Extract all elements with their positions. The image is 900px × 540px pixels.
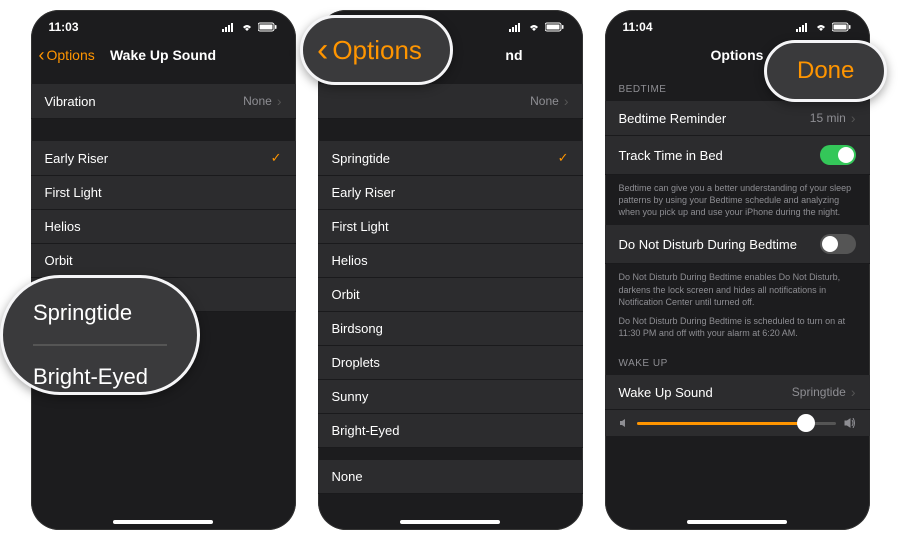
sound-option[interactable]: Droplets xyxy=(318,346,583,380)
row-label: Sunny xyxy=(332,389,369,404)
dnd-row[interactable]: Do Not Disturb During Bedtime xyxy=(605,225,870,264)
row-label: Helios xyxy=(45,219,81,234)
nav-bar: ‹ Options Wake Up Sound xyxy=(31,38,296,72)
sound-option[interactable]: Helios xyxy=(31,210,296,244)
row-label: Bright-Eyed xyxy=(332,423,400,438)
toggle-switch[interactable] xyxy=(820,145,856,165)
battery-icon xyxy=(832,22,852,32)
row-label: Wake Up Sound xyxy=(619,385,713,400)
row-label: Orbit xyxy=(45,253,73,268)
signal-icon xyxy=(222,22,236,32)
callout-label: Springtide xyxy=(33,296,167,345)
phone-2: 11:03 nd None› Springtide✓ Early Riser F… xyxy=(318,10,583,530)
row-label: Early Riser xyxy=(332,185,396,200)
back-button[interactable]: ‹ Options xyxy=(39,45,95,66)
chevron-right-icon: › xyxy=(851,110,856,126)
page-title: Wake Up Sound xyxy=(110,47,216,63)
row-label: Bedtime Reminder xyxy=(619,111,727,126)
sound-option[interactable]: Early Riser ✓ xyxy=(31,141,296,176)
status-bar: 11:04 xyxy=(605,10,870,38)
vibration-row[interactable]: Vibration None › xyxy=(31,84,296,119)
sound-option[interactable]: Sunny xyxy=(318,380,583,414)
callout-label: Bright-Eyed xyxy=(33,345,167,390)
row-label: Track Time in Bed xyxy=(619,148,723,163)
sound-option[interactable]: Orbit xyxy=(31,244,296,278)
page-title-partial: nd xyxy=(505,47,522,63)
sound-option[interactable]: Bright-Eyed xyxy=(318,414,583,448)
section-header-wakeup: WAKE UP xyxy=(605,346,870,375)
sound-option[interactable]: Helios xyxy=(318,244,583,278)
chevron-right-icon: › xyxy=(564,93,569,109)
checkmark-icon: ✓ xyxy=(271,150,282,166)
chevron-left-icon: ‹ xyxy=(317,31,328,70)
page-title: Options xyxy=(711,47,764,63)
checkmark-icon: ✓ xyxy=(558,150,569,166)
wifi-icon xyxy=(527,22,541,32)
slider-thumb[interactable] xyxy=(797,414,815,432)
row-label: Do Not Disturb During Bedtime xyxy=(619,237,797,252)
sound-option[interactable]: Early Riser xyxy=(318,176,583,210)
home-indicator[interactable] xyxy=(113,520,213,524)
row-label: Springtide xyxy=(332,151,391,166)
row-label: Helios xyxy=(332,253,368,268)
sound-option[interactable]: Orbit xyxy=(318,278,583,312)
home-indicator[interactable] xyxy=(400,520,500,524)
speaker-high-icon xyxy=(844,418,856,428)
row-value: Springtide xyxy=(792,385,846,399)
speaker-low-icon xyxy=(619,418,629,428)
signal-icon xyxy=(796,22,810,32)
chevron-right-icon: › xyxy=(277,93,282,109)
back-label: Options xyxy=(47,47,95,63)
row-value: None xyxy=(243,94,272,108)
sound-option[interactable]: First Light xyxy=(31,176,296,210)
clock: 11:04 xyxy=(623,20,653,34)
callout-sounds: Springtide Bright-Eyed xyxy=(0,275,200,395)
none-option[interactable]: None xyxy=(318,460,583,494)
sound-option[interactable]: First Light xyxy=(318,210,583,244)
status-icons xyxy=(796,22,852,32)
status-icons xyxy=(509,22,565,32)
vibration-row[interactable]: None › xyxy=(318,84,583,119)
track-time-row[interactable]: Track Time in Bed xyxy=(605,136,870,175)
row-value: None xyxy=(530,94,559,108)
slider-fill xyxy=(637,422,806,425)
callout-options: ‹ Options xyxy=(300,15,453,85)
home-indicator[interactable] xyxy=(687,520,787,524)
row-label: None xyxy=(332,469,363,484)
battery-icon xyxy=(258,22,278,32)
footer-text: Do Not Disturb During Bedtime is schedul… xyxy=(605,315,870,346)
status-icons xyxy=(222,22,278,32)
row-label: Orbit xyxy=(332,287,360,302)
chevron-left-icon: ‹ xyxy=(39,45,45,66)
row-label: Droplets xyxy=(332,355,380,370)
footer-text: Bedtime can give you a better understand… xyxy=(605,175,870,225)
signal-icon xyxy=(509,22,523,32)
volume-slider[interactable] xyxy=(605,410,870,436)
wake-up-sound-row[interactable]: Wake Up Sound Springtide › xyxy=(605,375,870,410)
callout-done: Done xyxy=(764,40,887,102)
row-label: Vibration xyxy=(45,94,96,109)
row-label: First Light xyxy=(45,185,102,200)
footer-text: Do Not Disturb During Bedtime enables Do… xyxy=(605,264,870,314)
phone-1: 11:03 ‹ Options Wake Up Sound Vibration … xyxy=(31,10,296,530)
toggle-switch[interactable] xyxy=(820,234,856,254)
callout-label: Options xyxy=(332,35,422,66)
status-bar: 11:03 xyxy=(31,10,296,38)
row-label: Birdsong xyxy=(332,321,383,336)
sound-option[interactable]: Birdsong xyxy=(318,312,583,346)
clock: 11:03 xyxy=(49,20,79,34)
slider-track[interactable] xyxy=(637,422,836,425)
callout-label: Done xyxy=(797,57,854,85)
row-label: Early Riser xyxy=(45,151,109,166)
wifi-icon xyxy=(240,22,254,32)
row-value: 15 min xyxy=(810,111,846,125)
bedtime-reminder-row[interactable]: Bedtime Reminder 15 min › xyxy=(605,101,870,136)
sound-option[interactable]: Springtide ✓ xyxy=(318,141,583,176)
chevron-right-icon: › xyxy=(851,384,856,400)
row-label: First Light xyxy=(332,219,389,234)
battery-icon xyxy=(545,22,565,32)
wifi-icon xyxy=(814,22,828,32)
